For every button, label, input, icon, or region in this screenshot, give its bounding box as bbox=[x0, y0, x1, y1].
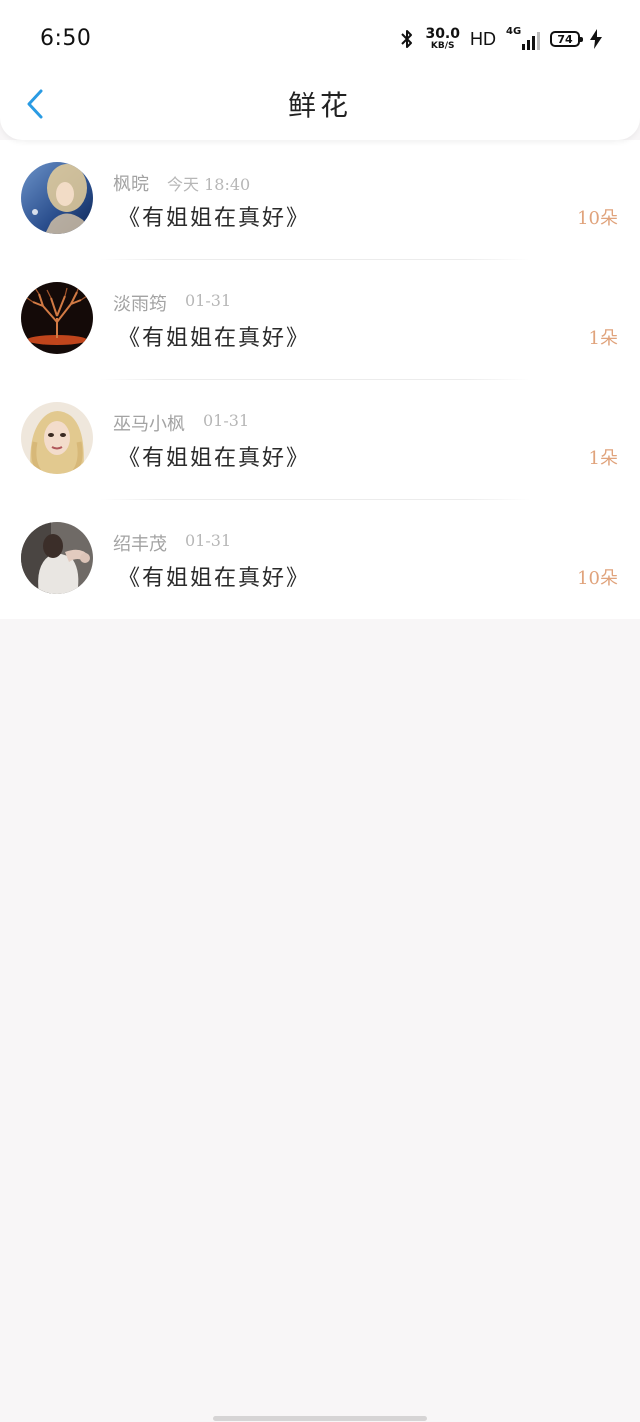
sender-name: 淡雨筠 bbox=[113, 294, 167, 315]
network-speed-unit: KB/S bbox=[430, 41, 455, 51]
avatar[interactable] bbox=[21, 162, 93, 234]
sender-meta: 巫马小枫 01-31 bbox=[113, 410, 249, 436]
signal-icon: 4G bbox=[506, 26, 540, 50]
list-item[interactable]: 枫晥 今天 18:40 《有姐姐在真好》 10朵 bbox=[0, 140, 640, 260]
battery-icon: 74 bbox=[550, 31, 583, 47]
sender-meta: 枫晥 今天 18:40 bbox=[113, 170, 250, 196]
network-speed-value: 30.0 bbox=[425, 26, 460, 42]
avatar[interactable] bbox=[21, 282, 93, 354]
nav-bar: 鲜花 bbox=[0, 78, 640, 130]
sender-meta: 绍丰茂 01-31 bbox=[113, 530, 231, 556]
sender-name: 巫马小枫 bbox=[113, 414, 185, 435]
flower-count: 1朵 bbox=[588, 448, 618, 469]
status-icons: 30.0 KB/S HD 4G 74 bbox=[399, 24, 602, 54]
app-header: 6:50 30.0 KB/S HD 4G 74 鲜花 bbox=[0, 0, 640, 140]
battery-level: 74 bbox=[557, 32, 573, 46]
list-item[interactable]: 巫马小枫 01-31 《有姐姐在真好》 1朵 bbox=[0, 380, 640, 500]
avatar[interactable] bbox=[21, 522, 93, 594]
sender-meta: 淡雨筠 01-31 bbox=[113, 290, 231, 316]
network-type: 4G bbox=[506, 26, 522, 37]
flower-count: 10朵 bbox=[577, 208, 618, 229]
sent-time: 今天 18:40 bbox=[167, 175, 251, 194]
status-bar: 6:50 30.0 KB/S HD 4G 74 bbox=[0, 0, 640, 78]
sender-name: 枫晥 bbox=[113, 174, 149, 195]
flower-count: 10朵 bbox=[577, 568, 618, 589]
list-item[interactable]: 绍丰茂 01-31 《有姐姐在真好》 10朵 bbox=[0, 500, 640, 620]
sent-time: 01-31 bbox=[185, 531, 232, 550]
flower-list: 枫晥 今天 18:40 《有姐姐在真好》 10朵 淡雨筠 01-31 《有姐姐在… bbox=[0, 140, 640, 619]
status-time: 6:50 bbox=[40, 26, 92, 51]
work-title: 《有姐姐在真好》 bbox=[118, 326, 311, 351]
avatar[interactable] bbox=[21, 402, 93, 474]
work-title: 《有姐姐在真好》 bbox=[118, 446, 311, 471]
charging-icon bbox=[590, 29, 602, 49]
sent-time: 01-31 bbox=[203, 411, 250, 430]
list-item[interactable]: 淡雨筠 01-31 《有姐姐在真好》 1朵 bbox=[0, 260, 640, 380]
hd-indicator: HD bbox=[470, 28, 496, 49]
bluetooth-icon bbox=[401, 30, 413, 48]
work-title: 《有姐姐在真好》 bbox=[118, 206, 311, 231]
page-title: 鲜花 bbox=[287, 89, 352, 122]
network-speed: 30.0 KB/S bbox=[425, 27, 460, 51]
work-title: 《有姐姐在真好》 bbox=[118, 566, 311, 591]
sent-time: 01-31 bbox=[185, 291, 232, 310]
home-indicator[interactable] bbox=[213, 1416, 427, 1421]
sender-name: 绍丰茂 bbox=[113, 534, 167, 555]
flower-count: 1朵 bbox=[588, 328, 618, 349]
